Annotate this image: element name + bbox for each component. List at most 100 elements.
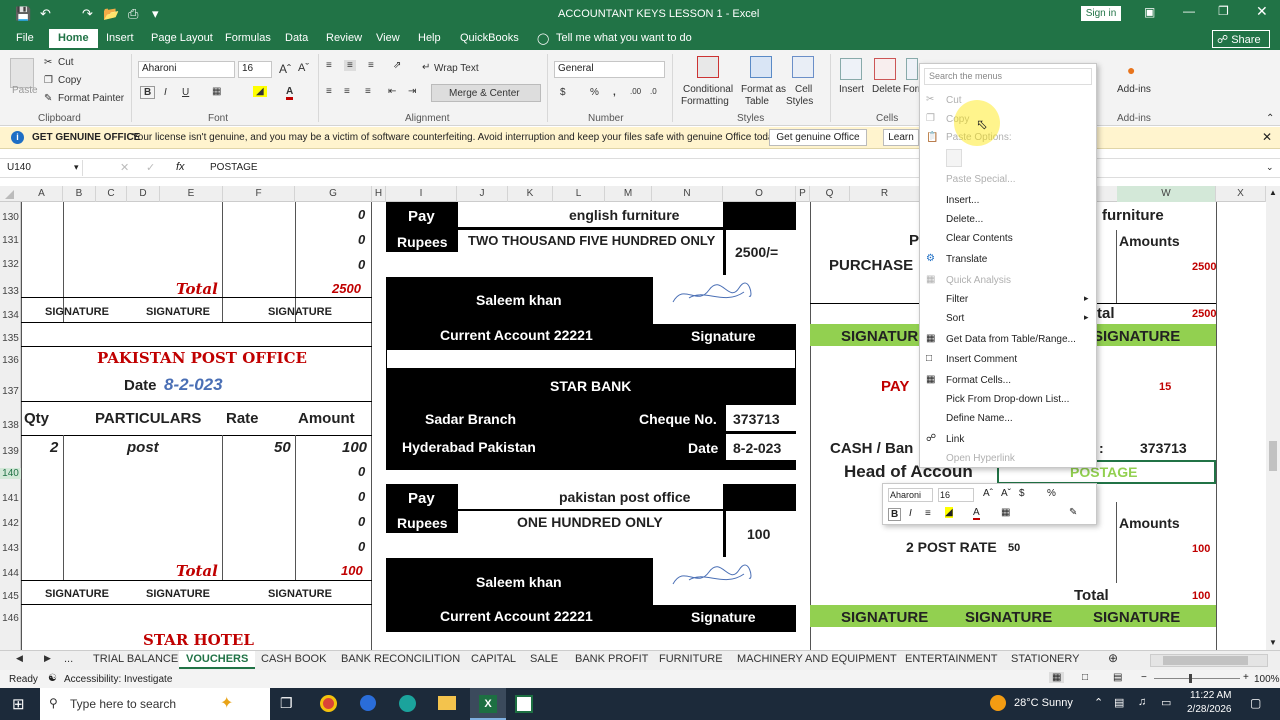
- cell-value[interactable]: 15: [1159, 381, 1171, 393]
- col-header[interactable]: B: [63, 186, 96, 202]
- signature-cell[interactable]: SIGNATURE: [1093, 328, 1180, 345]
- row-header[interactable]: 141: [0, 493, 21, 504]
- decrease-font-icon[interactable]: Aˇ: [1001, 488, 1011, 499]
- col-header[interactable]: A: [21, 186, 63, 202]
- purchase-label[interactable]: PURCHASE: [829, 257, 913, 274]
- sheet-tab[interactable]: SALE: [530, 653, 558, 665]
- signature-label[interactable]: Signature: [691, 609, 756, 625]
- zoom-in-icon[interactable]: +: [1243, 672, 1249, 683]
- row-header[interactable]: 143: [0, 543, 21, 554]
- amount-value[interactable]: 100: [1192, 543, 1210, 555]
- number-format-select[interactable]: General: [554, 61, 665, 78]
- row-header[interactable]: 146: [0, 613, 21, 624]
- total-label[interactable]: Total: [1074, 587, 1109, 604]
- tab-page-layout[interactable]: Page Layout: [151, 32, 213, 44]
- insert-cells-button[interactable]: Insert: [839, 84, 864, 95]
- row-header[interactable]: 138: [0, 420, 21, 431]
- bold-icon[interactable]: B: [888, 508, 902, 521]
- minimize-icon[interactable]: —: [1183, 4, 1195, 18]
- menu-item-format-cells[interactable]: Format Cells...: [946, 375, 1011, 386]
- amount-in-words[interactable]: TWO THOUSAND FIVE HUNDRED ONLY: [468, 233, 715, 248]
- zoom-out-icon[interactable]: −: [1141, 672, 1147, 683]
- col-header[interactable]: E: [160, 186, 223, 202]
- cell-value[interactable]: 0: [358, 207, 365, 222]
- tab-file[interactable]: File: [16, 32, 34, 44]
- show-hidden-icons[interactable]: ⌃: [1094, 696, 1103, 709]
- row-header[interactable]: 140: [0, 468, 21, 479]
- bank-branch[interactable]: Sadar Branch: [425, 411, 516, 427]
- tab-home[interactable]: Home: [49, 29, 98, 48]
- col-header[interactable]: I: [386, 186, 457, 202]
- menu-item-link[interactable]: Link: [946, 434, 964, 445]
- align-center-icon[interactable]: ≡: [925, 508, 931, 519]
- voucher-title[interactable]: PAKISTAN POST OFFICE: [97, 349, 307, 367]
- conditional-formatting-label-2[interactable]: Formatting: [681, 96, 729, 107]
- open-folder-icon[interactable]: 📂: [103, 6, 119, 22]
- menu-item-clear-contents[interactable]: Clear Contents: [946, 233, 1013, 244]
- wrap-text-icon[interactable]: ↵: [422, 62, 430, 73]
- sheet-tab[interactable]: FURNITURE: [659, 653, 723, 665]
- add-ins-button[interactable]: Add-ins: [1117, 84, 1151, 95]
- new-sheet-icon[interactable]: ⊕: [1108, 651, 1118, 665]
- zoom-slider-thumb[interactable]: [1189, 674, 1192, 683]
- total-value[interactable]: 100: [1192, 590, 1210, 602]
- date-label[interactable]: Date: [688, 440, 718, 456]
- particulars-header[interactable]: PARTICULARS: [95, 410, 201, 427]
- col-header[interactable]: F: [223, 186, 295, 202]
- amount-figure[interactable]: 2500/=: [735, 244, 778, 260]
- chrome-icon[interactable]: [320, 695, 337, 712]
- underline-icon[interactable]: U: [182, 87, 189, 98]
- rate-value[interactable]: 50: [274, 439, 291, 456]
- tab-help[interactable]: Help: [418, 32, 441, 44]
- fill-color-icon[interactable]: ◢: [945, 507, 953, 518]
- format-as-table-label-2[interactable]: Table: [745, 96, 769, 107]
- cell-value[interactable]: 0: [358, 514, 365, 529]
- cheque-no-value[interactable]: 373713: [733, 411, 780, 427]
- col-header[interactable]: W: [1117, 186, 1216, 202]
- taskbar-search-box[interactable]: ⚲ Type here to search ✦: [40, 688, 270, 720]
- tab-quickbooks[interactable]: QuickBooks: [460, 32, 519, 44]
- post-rate-label[interactable]: 2 POST RATE: [906, 539, 997, 555]
- pay-label[interactable]: Pay: [408, 208, 435, 225]
- maximize-icon[interactable]: ❐: [1218, 4, 1229, 18]
- payee-name[interactable]: pakistan post office: [559, 489, 690, 505]
- windows-start-icon[interactable]: ⊞: [12, 695, 25, 713]
- sheet-tab[interactable]: STATIONERY: [1011, 653, 1079, 665]
- sheet-tab[interactable]: CAPITAL: [471, 653, 516, 665]
- signature-cell[interactable]: SIGNATURE: [841, 328, 928, 345]
- cell-value[interactable]: 0: [358, 539, 365, 554]
- decrease-indent-icon[interactable]: ⇤: [388, 86, 396, 97]
- format-painter-icon[interactable]: ✎: [1069, 507, 1077, 518]
- row-header[interactable]: 133: [0, 286, 21, 297]
- signature-cell[interactable]: SIGNATURE: [268, 306, 332, 318]
- menu-item-paste-special[interactable]: Paste Special...: [946, 174, 1015, 185]
- amounts-header[interactable]: Amounts: [1119, 515, 1180, 531]
- total-label[interactable]: Total: [176, 280, 218, 298]
- add-ins-icon[interactable]: ●: [1127, 62, 1135, 78]
- post-rate-value[interactable]: 50: [1008, 542, 1020, 554]
- align-right-icon[interactable]: ≡: [365, 86, 371, 97]
- bank-city[interactable]: Hyderabad Pakistan: [402, 439, 536, 455]
- rupees-label[interactable]: Rupees: [397, 515, 448, 531]
- menu-item-filter[interactable]: Filter: [946, 294, 968, 305]
- font-color-icon[interactable]: A: [286, 86, 294, 100]
- cheque-no-label[interactable]: Cheque No.: [639, 411, 717, 427]
- colon[interactable]: :: [1099, 440, 1104, 456]
- tab-formulas[interactable]: Formulas: [225, 32, 271, 44]
- align-middle-icon[interactable]: ≡: [344, 60, 356, 71]
- sheet-tab[interactable]: ENTERTAINMENT: [905, 653, 998, 665]
- name-box[interactable]: U140: [5, 160, 83, 176]
- confirm-entry-icon[interactable]: ✓: [146, 161, 155, 174]
- amount-header[interactable]: Amount: [298, 410, 355, 427]
- cell-value[interactable]: 0: [358, 232, 365, 247]
- fill-color-icon[interactable]: ◢: [253, 86, 267, 97]
- col-header[interactable]: J: [457, 186, 508, 202]
- cash-bank-label[interactable]: CASH / Ban: [830, 440, 913, 457]
- delete-cells-button[interactable]: Delete: [872, 84, 901, 95]
- comma-icon[interactable]: ,: [613, 87, 616, 98]
- task-view-icon[interactable]: ❐: [280, 695, 293, 712]
- weather-text[interactable]: 28°C Sunny: [1014, 697, 1073, 709]
- date-label[interactable]: Date: [124, 377, 157, 394]
- tab-view[interactable]: View: [376, 32, 400, 44]
- file-explorer-icon[interactable]: [438, 696, 456, 710]
